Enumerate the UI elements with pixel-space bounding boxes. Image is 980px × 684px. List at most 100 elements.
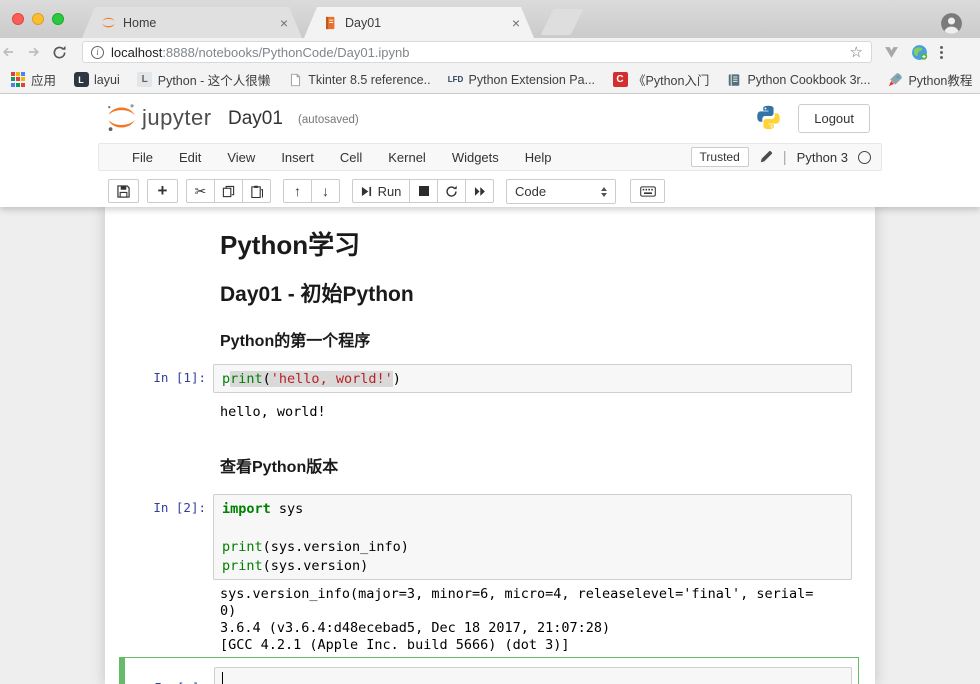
logout-button[interactable]: Logout [798, 104, 870, 133]
bookmarks-bar: 应用 L layui L Python - 这个人很懒 Tkinter 8.5 … [0, 66, 980, 94]
menu-widgets[interactable]: Widgets [439, 150, 512, 165]
bookmark-cookbook[interactable]: Python Cookbook 3r... [726, 72, 870, 88]
letter-l-icon: L [137, 72, 153, 88]
menu-help[interactable]: Help [512, 150, 565, 165]
bookmark-python-tutorial[interactable]: Python教程 [887, 70, 972, 89]
apps-grid-icon [10, 72, 26, 88]
command-palette-button[interactable] [630, 179, 665, 203]
extension-v-icon[interactable] [884, 46, 899, 59]
browser-titlebar: Home × Day01 × [0, 0, 980, 38]
add-cell-button[interactable]: + [147, 179, 178, 203]
bookmark-tkinter[interactable]: Tkinter 8.5 reference.. [287, 72, 430, 88]
tab-home-close-icon[interactable]: × [278, 16, 290, 30]
bookmark-python-extension[interactable]: LFD Python Extension Pa... [448, 72, 595, 88]
menubar-divider: | [783, 149, 787, 166]
paste-cell-button[interactable] [242, 179, 271, 203]
cell1-input-prompt: In [1]: [105, 370, 206, 385]
bookmark-label: 《Python入门 [633, 70, 709, 89]
cell2-input-prompt: In [2]: [105, 500, 206, 515]
interrupt-kernel-button[interactable] [409, 179, 438, 203]
red-c-icon: C [612, 72, 628, 88]
window-controls [12, 13, 64, 25]
tab-home[interactable]: Home × [82, 7, 302, 38]
cell2-code-input[interactable]: import sys print(sys.version_info)print(… [213, 494, 852, 580]
cell3-input-prompt: In [ ]: [106, 680, 207, 684]
markdown-heading-3-first[interactable]: Python的第一个程序 [220, 327, 370, 351]
screen: Home × Day01 × [0, 0, 980, 684]
tab-day01-close-icon[interactable]: × [510, 16, 522, 30]
url-input[interactable]: i localhost:8888/notebooks/PythonCode/Da… [82, 41, 872, 63]
jupyter-favicon [100, 15, 116, 31]
url-path: :8888/notebooks/PythonCode/Day01.ipynb [162, 45, 409, 60]
tab-day01-title: Day01 [345, 16, 510, 30]
python-logo-icon [755, 104, 782, 131]
bookmark-label: Python Cookbook 3r... [747, 73, 870, 87]
restart-kernel-button[interactable] [437, 179, 466, 203]
bookmark-label: Python - 这个人很懒 [158, 70, 271, 89]
jupyter-header: jupyter Day01 (autosaved) Logout File Ed… [0, 94, 980, 207]
save-button[interactable] [108, 179, 139, 203]
notebook-container: Python学习 Day01 - 初始Python Python的第一个程序 I… [105, 207, 875, 684]
run-cell-button[interactable]: Run [352, 179, 410, 203]
cut-cell-button[interactable]: ✂ [186, 179, 215, 203]
edit-mode-pencil-icon [759, 150, 773, 164]
chrome-menu-icon[interactable] [940, 46, 943, 59]
extension-globe-icon[interactable] [911, 44, 928, 61]
jupyter-logo[interactable]: jupyter [106, 102, 212, 133]
jupyter-logo-icon [106, 102, 137, 133]
text-cursor [222, 672, 223, 684]
menu-edit[interactable]: Edit [166, 150, 214, 165]
run-label: Run [378, 184, 402, 199]
cell1-output: hello, world! [220, 404, 326, 420]
notebook-menubar: File Edit View Insert Cell Kernel Widget… [0, 143, 980, 171]
bookmark-apps[interactable]: 应用 [10, 70, 56, 89]
cell3-selected-cell[interactable]: In [ ]: [119, 657, 859, 684]
menu-kernel[interactable]: Kernel [375, 150, 439, 165]
minimize-window-button[interactable] [32, 13, 44, 25]
notebook-title[interactable]: Day01 [228, 108, 283, 130]
cell1-code-input[interactable]: print('hello, world!') [213, 364, 852, 393]
reload-icon[interactable] [52, 45, 78, 60]
bookmark-label: Python Extension Pa... [469, 73, 595, 87]
cell-type-select[interactable]: Code [506, 179, 616, 204]
selected-code-text: rint('hello, world!' [230, 371, 393, 387]
kernel-idle-indicator [858, 151, 871, 164]
profile-icon[interactable] [939, 11, 964, 36]
layui-icon: L [73, 72, 89, 88]
move-cell-up-button[interactable]: ↑ [283, 179, 312, 203]
new-tab-button[interactable] [541, 9, 584, 35]
back-icon[interactable] [0, 44, 26, 60]
jupyter-brand-text: jupyter [142, 105, 212, 131]
bookmark-layui[interactable]: L layui [73, 72, 120, 88]
notebook-favicon [322, 15, 338, 31]
bookmark-python-intro[interactable]: C 《Python入门 [612, 70, 709, 89]
menu-insert[interactable]: Insert [268, 150, 327, 165]
markdown-heading-1[interactable]: Python学习 [220, 225, 360, 262]
cell3-code-input[interactable] [214, 667, 852, 684]
copy-cell-button[interactable] [214, 179, 243, 203]
menu-view[interactable]: View [214, 150, 268, 165]
cell2-output: sys.version_info(major=3, minor=6, micro… [220, 586, 813, 654]
menu-cell[interactable]: Cell [327, 150, 375, 165]
restart-run-all-button[interactable] [465, 179, 494, 203]
trusted-button[interactable]: Trusted [691, 147, 749, 167]
url-host: localhost [111, 45, 162, 60]
menu-file[interactable]: File [119, 150, 166, 165]
lfd-icon: LFD [448, 72, 464, 88]
tab-day01[interactable]: Day01 × [304, 7, 534, 38]
move-cell-down-button[interactable]: ↓ [311, 179, 340, 203]
rocket-icon [887, 72, 903, 88]
markdown-heading-2[interactable]: Day01 - 初始Python [220, 278, 414, 308]
cell-type-value: Code [515, 184, 546, 199]
forward-icon[interactable] [26, 44, 52, 60]
autosave-status: (autosaved) [298, 114, 359, 126]
zoom-window-button[interactable] [52, 13, 64, 25]
notebook-body: Python学习 Day01 - 初始Python Python的第一个程序 I… [0, 207, 980, 684]
bookmark-star-icon[interactable]: ☆ [850, 43, 863, 61]
markdown-heading-3-second[interactable]: 查看Python版本 [220, 453, 338, 477]
close-window-button[interactable] [12, 13, 24, 25]
kernel-name: Python 3 [797, 150, 848, 165]
notebook-toolbar: + ✂ ↑ ↓ [0, 171, 980, 207]
bookmark-python-lazy[interactable]: L Python - 这个人很懒 [137, 70, 271, 89]
page-info-icon[interactable]: i [91, 46, 104, 59]
